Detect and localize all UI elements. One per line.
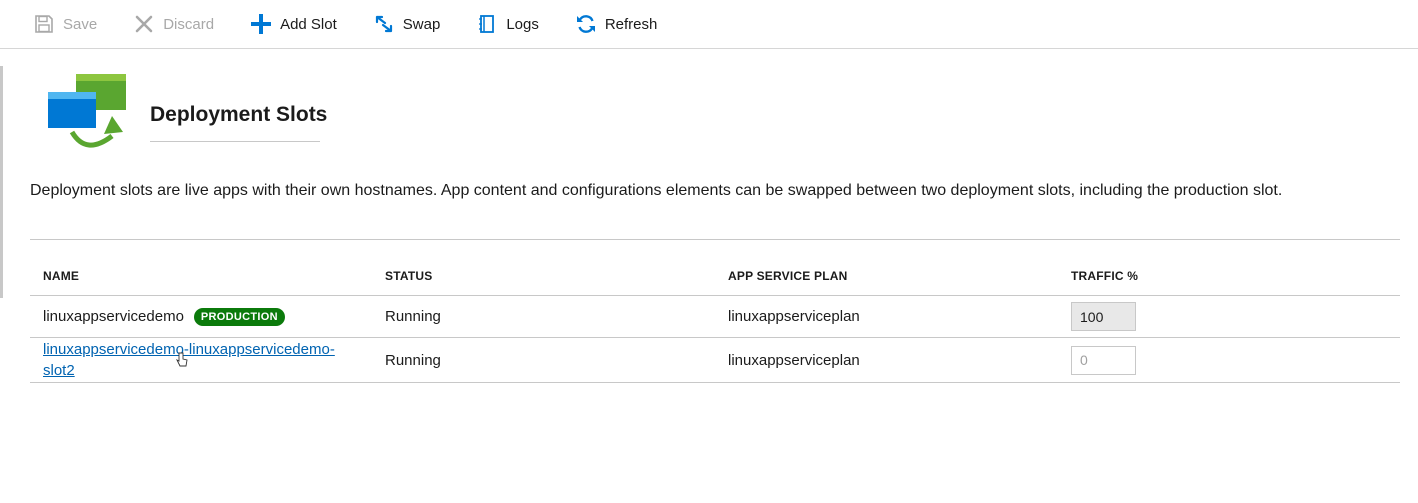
column-header-name[interactable]: NAME <box>30 269 372 283</box>
logs-icon <box>476 13 498 35</box>
refresh-label: Refresh <box>604 15 658 33</box>
deployment-slots-icon <box>46 72 130 156</box>
slot-plan: linuxappserviceplan <box>728 351 860 369</box>
title-divider <box>150 141 320 142</box>
slots-table: NAME STATUS APP SERVICE PLAN TRAFFIC % l… <box>30 256 1400 383</box>
page-description: Deployment slots are live apps with thei… <box>30 182 1283 199</box>
swap-icon <box>373 13 395 35</box>
table-row: linuxappservicedemo-linuxappservicedemo-… <box>30 338 1400 383</box>
slot-name-cell: linuxappservicedemo PRODUCTION <box>30 307 372 326</box>
column-header-status[interactable]: STATUS <box>372 269 715 283</box>
swap-label: Swap <box>402 15 441 33</box>
add-slot-button[interactable]: Add Slot <box>250 9 337 39</box>
page-title: Deployment Slots <box>150 103 328 126</box>
save-label: Save <box>63 15 98 33</box>
hand-cursor-icon <box>175 352 188 368</box>
left-scroll-indicator <box>0 66 3 298</box>
add-slot-label: Add Slot <box>280 15 337 33</box>
discard-icon <box>133 13 155 35</box>
table-row: linuxappservicedemo PRODUCTION Running l… <box>30 296 1400 338</box>
refresh-button[interactable]: Refresh <box>575 9 658 39</box>
plus-icon <box>250 13 272 35</box>
slot-status: Running <box>385 308 441 325</box>
discard-button[interactable]: Discard <box>133 9 214 39</box>
refresh-icon <box>575 13 597 35</box>
traffic-input-production <box>1071 302 1136 331</box>
traffic-cell <box>1058 345 1400 375</box>
table-header: NAME STATUS APP SERVICE PLAN TRAFFIC % <box>30 256 1400 296</box>
logs-label: Logs <box>506 15 539 33</box>
traffic-input-slot2[interactable] <box>1071 345 1136 375</box>
slot-name-link[interactable]: linuxappservicedemo-linuxappservicedemo-… <box>43 339 363 381</box>
swap-button[interactable]: Swap <box>373 9 441 39</box>
slot-status: Running <box>385 351 441 369</box>
slot-name: linuxappservicedemo <box>43 308 184 325</box>
command-bar: Save Discard Add Slot Swap Logs Refresh <box>0 0 1418 49</box>
logs-button[interactable]: Logs <box>476 9 539 39</box>
slot-plan: linuxappserviceplan <box>728 308 860 325</box>
description-divider <box>30 239 1400 240</box>
column-header-traffic[interactable]: TRAFFIC % <box>1058 269 1400 283</box>
slot-name-cell: linuxappservicedemo-linuxappservicedemo-… <box>30 339 372 381</box>
save-button[interactable]: Save <box>33 9 97 39</box>
column-header-plan[interactable]: APP SERVICE PLAN <box>715 269 1058 283</box>
discard-label: Discard <box>163 15 215 33</box>
production-badge: PRODUCTION <box>193 307 285 326</box>
traffic-cell <box>1058 302 1400 331</box>
save-icon <box>33 13 55 35</box>
